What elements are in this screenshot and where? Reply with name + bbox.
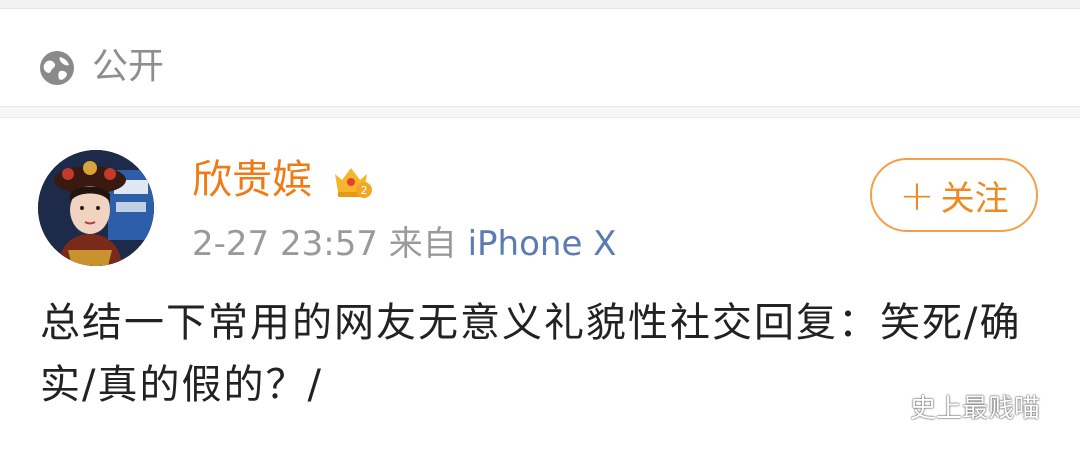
watermark-text: 史上最贱喵: [910, 393, 1041, 424]
crown-badge-icon: 2: [335, 168, 372, 198]
visibility-label: 公开: [92, 46, 165, 87]
post-meta: 2-27 23:57 来自 iPhone X: [192, 222, 616, 266]
watermark: 史上最贱喵: [862, 384, 1040, 428]
follow-label: 关注: [940, 178, 1009, 219]
section-divider: [0, 107, 1080, 118]
wechat-icon: [862, 390, 901, 421]
svg-text:2: 2: [361, 184, 368, 197]
top-strip: [0, 0, 1080, 9]
source-device-link[interactable]: iPhone X: [468, 224, 617, 264]
post-date: 2-27 23:57: [192, 224, 378, 264]
source-prefix: 来自: [388, 224, 457, 264]
plus-icon: +: [899, 170, 935, 220]
visibility-bar[interactable]: 公开: [0, 9, 1080, 107]
author-name[interactable]: 欣贵嫔: [192, 152, 312, 208]
avatar-image: [38, 150, 154, 266]
avatar[interactable]: [38, 150, 154, 266]
globe-icon: [40, 51, 74, 85]
follow-button[interactable]: + 关注: [870, 158, 1038, 232]
